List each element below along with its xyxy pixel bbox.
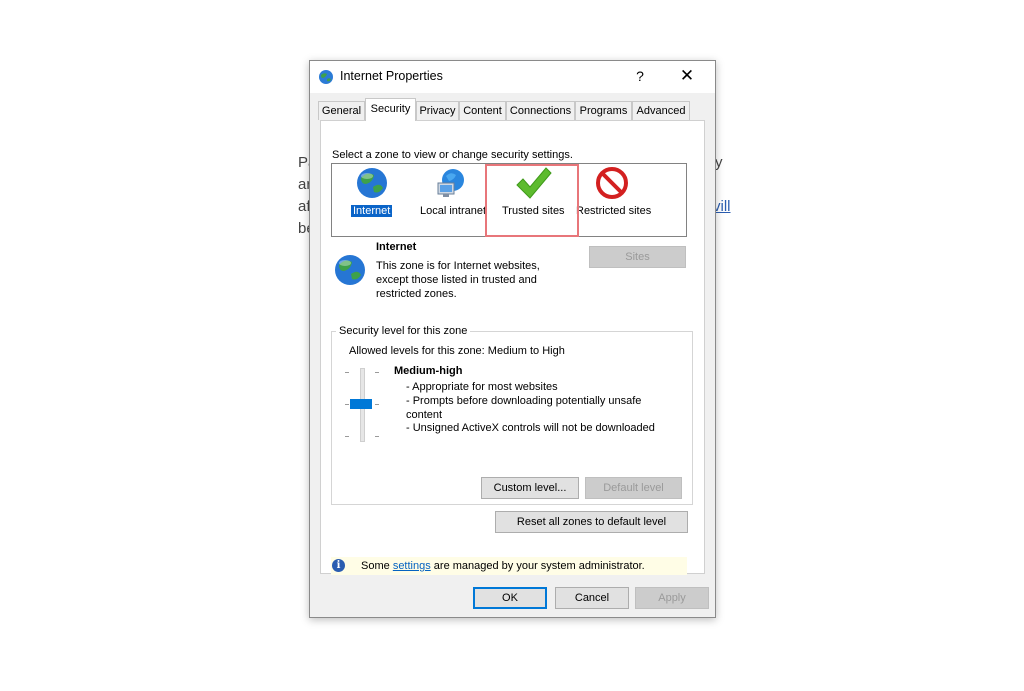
default-level-button[interactable]: Default level: [585, 477, 682, 499]
security-level-slider-thumb[interactable]: [350, 399, 372, 409]
slider-tick: [375, 436, 379, 437]
info-icon: i: [332, 559, 345, 572]
ok-button[interactable]: OK: [473, 587, 547, 609]
tab-general[interactable]: General: [318, 101, 365, 120]
internet-globe-icon: [319, 70, 333, 84]
security-level-detail: - Appropriate for most websites: [406, 381, 558, 393]
network-icon[interactable]: [434, 167, 470, 201]
tab-content[interactable]: Content: [459, 101, 506, 120]
zone-internet[interactable]: Internet: [351, 205, 393, 217]
custom-level-button[interactable]: Custom level...: [481, 477, 579, 499]
tab-privacy[interactable]: Privacy: [416, 101, 459, 120]
security-level-detail: content: [406, 409, 443, 421]
tab-security[interactable]: Security: [365, 98, 416, 121]
zone-prompt: Select a zone to view or change security…: [332, 149, 573, 161]
internet-properties-dialog: Internet Properties ? ✕ General Security…: [309, 60, 716, 618]
zone-local-intranet[interactable]: Local intranet: [420, 205, 486, 217]
globe-icon: [335, 255, 365, 285]
slider-tick: [375, 404, 379, 405]
allowed-levels-text: Allowed levels for this zone: Medium to …: [349, 345, 565, 357]
slider-tick: [345, 372, 349, 373]
security-level-detail: - Unsigned ActiveX controls will not be …: [406, 422, 655, 434]
zone-description-line: except those listed in trusted and: [376, 274, 537, 286]
settings-link[interactable]: settings: [393, 560, 431, 572]
help-button[interactable]: ?: [628, 64, 652, 88]
title-bar[interactable]: Internet Properties ? ✕: [310, 61, 715, 93]
zone-description-line: This zone is for Internet websites,: [376, 260, 540, 272]
slider-tick: [345, 404, 349, 405]
sites-button[interactable]: Sites: [589, 246, 686, 268]
background-text-fragment: y: [715, 154, 723, 171]
security-level-detail: - Prompts before downloading potentially…: [406, 395, 642, 407]
security-level-group-title: Security level for this zone: [336, 325, 471, 337]
zone-name: Internet: [376, 241, 417, 253]
close-button[interactable]: ✕: [672, 64, 702, 88]
tab-programs[interactable]: Programs: [575, 101, 632, 120]
security-level-name: Medium-high: [394, 365, 463, 377]
cancel-button[interactable]: Cancel: [555, 587, 629, 609]
slider-tick: [345, 436, 349, 437]
dialog-title: Internet Properties: [340, 69, 443, 83]
tab-advanced[interactable]: Advanced: [632, 101, 690, 120]
zone-description-line: restricted zones.: [376, 288, 457, 300]
zone-restricted-sites[interactable]: Restricted sites: [576, 205, 651, 217]
admin-info-suffix: are managed by your system administrator…: [433, 560, 645, 572]
tab-connections[interactable]: Connections: [506, 101, 575, 120]
apply-button[interactable]: Apply: [635, 587, 709, 609]
slider-tick: [375, 372, 379, 373]
admin-info-prefix: Some: [361, 560, 390, 572]
reset-all-zones-button[interactable]: Reset all zones to default level: [495, 511, 688, 533]
trusted-sites-highlight-box: [485, 164, 579, 237]
no-entry-icon[interactable]: [595, 166, 629, 200]
admin-info-text: Some settings are managed by your system…: [361, 560, 645, 572]
globe-icon[interactable]: [355, 166, 389, 200]
